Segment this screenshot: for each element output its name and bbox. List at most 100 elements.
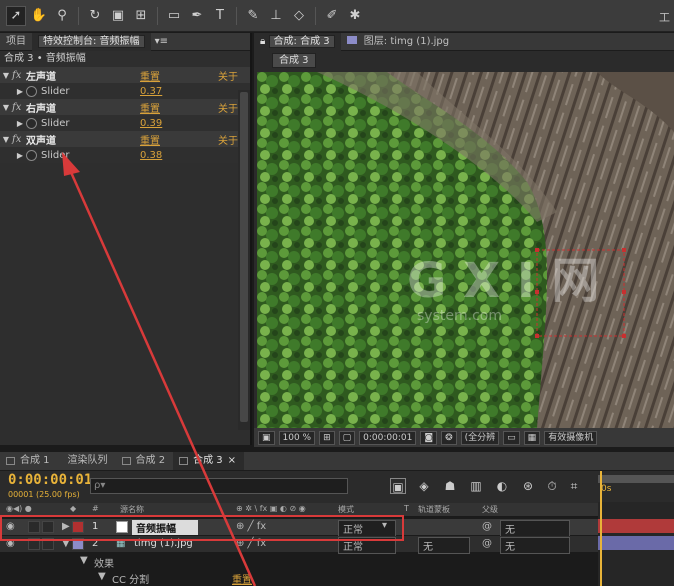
comp-mini-flowchart-icon[interactable]: ▣	[390, 478, 406, 494]
box-handle[interactable]	[622, 248, 626, 252]
selection-tool-icon[interactable]: ➚	[6, 5, 26, 26]
parent-pickwhip-icon[interactable]: @	[482, 521, 492, 532]
reset-link[interactable]: 重置	[140, 100, 160, 115]
reset-link[interactable]: 重置	[140, 68, 160, 83]
slider-value[interactable]: 0.38	[140, 150, 162, 161]
slider-row: ▶ Slider 0.39	[0, 115, 250, 131]
pen-tool-icon[interactable]: ✒	[187, 6, 207, 26]
scrollbar-thumb[interactable]	[240, 92, 248, 422]
brush-tool-icon[interactable]: ✎	[243, 6, 263, 26]
snapshot-icon[interactable]: ◙	[420, 430, 438, 445]
work-area-bar[interactable]	[598, 475, 674, 483]
effect-row[interactable]: ▼ CC 分割 重置	[0, 569, 598, 586]
workspace-label[interactable]: 工	[659, 9, 670, 25]
parent-pickwhip-icon[interactable]: @	[482, 538, 492, 549]
box-handle[interactable]	[535, 334, 539, 338]
layer-1-track-bar[interactable]	[598, 519, 674, 533]
fx-icon[interactable]: fx	[12, 102, 26, 113]
tab-comp-2[interactable]: 合成 2	[116, 452, 174, 470]
parent-dropdown[interactable]: 无	[500, 520, 570, 537]
timeline-current-time[interactable]: 0:00:00:01	[8, 472, 92, 488]
pan-behind-tool-icon[interactable]: ⊞	[131, 6, 151, 26]
slider-value[interactable]: 0.37	[140, 86, 162, 97]
box-handle[interactable]	[535, 290, 539, 294]
frame-blending-icon[interactable]: ▥	[468, 478, 484, 494]
about-link[interactable]: 关于	[218, 132, 238, 147]
resolution-dropdown[interactable]: (全分辨	[460, 430, 500, 445]
tab-effect-controls[interactable]: 特效控制台: 音频振幅	[32, 32, 151, 51]
roi-icon[interactable]: ▭	[503, 430, 520, 445]
current-time-indicator[interactable]	[600, 471, 602, 586]
current-time-field[interactable]: 0:00:00:01	[359, 430, 417, 445]
stopwatch-icon[interactable]	[26, 149, 37, 161]
fx-icon[interactable]: fx	[12, 134, 26, 145]
camera-dropdown[interactable]: 有效摄像机	[544, 430, 598, 445]
parent-dropdown[interactable]: 无	[500, 537, 570, 554]
brainstorm-icon[interactable]: ⊛	[520, 478, 536, 494]
tab-comp-3[interactable]: 合成 3 ×	[173, 452, 245, 470]
tab-composition[interactable]: 🔒︎ 合成: 合成 3	[254, 32, 341, 51]
eraser-tool-icon[interactable]: ◇	[289, 6, 309, 26]
composition-viewer[interactable]: G X I 网 system.com	[257, 72, 674, 428]
clone-stamp-tool-icon[interactable]: ⊥	[266, 6, 286, 26]
stopwatch-icon[interactable]	[26, 117, 37, 129]
comp-navigator-button[interactable]: 合成 3	[272, 52, 316, 68]
fx-icon[interactable]: fx	[12, 70, 26, 81]
layer-search-input[interactable]: ρ▾	[90, 478, 348, 494]
preserve-transparency-header: T	[404, 504, 409, 513]
mask-toggle-icon[interactable]: ▢	[338, 430, 356, 445]
channel-icon[interactable]: ❂	[441, 430, 457, 445]
effects-group-row[interactable]: ▼ 效果	[0, 553, 598, 570]
tab-render-queue[interactable]: 渲染队列	[58, 452, 116, 470]
mask-tool-icon[interactable]: ▭	[164, 6, 184, 26]
collapse-triangle-icon[interactable]: ▼	[0, 135, 12, 144]
collapse-triangle-icon[interactable]: ▼	[80, 555, 88, 566]
safe-margins-icon[interactable]: ⊞	[319, 430, 335, 445]
effect-header-both[interactable]: ▼ fx 双声道 重置 关于	[0, 131, 250, 147]
camera-tool-icon[interactable]: ▣	[108, 6, 128, 26]
close-icon[interactable]: ×	[228, 455, 236, 466]
about-link[interactable]: 关于	[218, 100, 238, 115]
about-link[interactable]: 关于	[218, 68, 238, 83]
zoom-tool-icon[interactable]: ⚲	[52, 6, 72, 26]
collapse-triangle-icon[interactable]: ▼	[0, 103, 12, 112]
slider-value[interactable]: 0.39	[140, 118, 162, 129]
always-preview-icon[interactable]: ▣	[258, 430, 275, 445]
puppet-tool-icon[interactable]: ✱	[345, 6, 365, 26]
zoom-dropdown[interactable]: 100 %	[278, 430, 316, 445]
hand-tool-icon[interactable]: ✋	[29, 6, 49, 26]
reset-link[interactable]: 重置	[140, 132, 160, 147]
panel-menu-icon[interactable]: ▾≡	[155, 36, 168, 47]
effect-header-right[interactable]: ▼ fx 右声道 重置 关于	[0, 99, 250, 115]
lock-icon[interactable]: 🔒︎	[260, 36, 265, 47]
effect-header-left[interactable]: ▼ fx 左声道 重置 关于	[0, 67, 250, 83]
track-matte-dropdown[interactable]: 无	[418, 537, 470, 554]
tab-project[interactable]: 项目	[0, 33, 32, 51]
auto-keyframe-icon[interactable]: ⏱	[544, 478, 560, 494]
draft-3d-icon[interactable]: ◈	[416, 478, 432, 494]
transparency-grid-icon[interactable]: ▦	[523, 430, 541, 445]
rotate-tool-icon[interactable]: ↻	[85, 6, 105, 26]
stopwatch-icon[interactable]	[26, 85, 37, 97]
box-handle[interactable]	[622, 334, 626, 338]
effect-controls-dropdown[interactable]: 特效控制台: 音频振幅	[38, 34, 145, 48]
source-name-header[interactable]: 源名称	[120, 504, 144, 515]
composition-dropdown[interactable]: 合成: 合成 3	[268, 34, 335, 48]
tab-comp-1[interactable]: 合成 1	[0, 452, 58, 470]
expand-triangle-icon[interactable]: ▶	[14, 151, 26, 160]
collapse-triangle-icon[interactable]: ▼	[0, 71, 12, 80]
timeline-tracks[interactable]: 0s	[598, 471, 674, 586]
expand-triangle-icon[interactable]: ▶	[14, 87, 26, 96]
collapse-triangle-icon[interactable]: ▼	[98, 571, 106, 582]
hide-shy-layers-icon[interactable]: ☗	[442, 478, 458, 494]
box-handle[interactable]	[535, 248, 539, 252]
graph-editor-icon[interactable]: ⌗	[566, 478, 582, 494]
expand-triangle-icon[interactable]: ▶	[14, 119, 26, 128]
tab-layer[interactable]: 图层: timg (1).jpg	[341, 33, 456, 51]
box-handle[interactable]	[622, 290, 626, 294]
motion-blur-icon[interactable]: ◐	[494, 478, 510, 494]
roto-brush-tool-icon[interactable]: ✐	[322, 6, 342, 26]
layer-2-track-bar[interactable]	[598, 536, 674, 550]
reset-link[interactable]: 重置	[232, 571, 252, 586]
text-tool-icon[interactable]: T	[210, 6, 230, 26]
